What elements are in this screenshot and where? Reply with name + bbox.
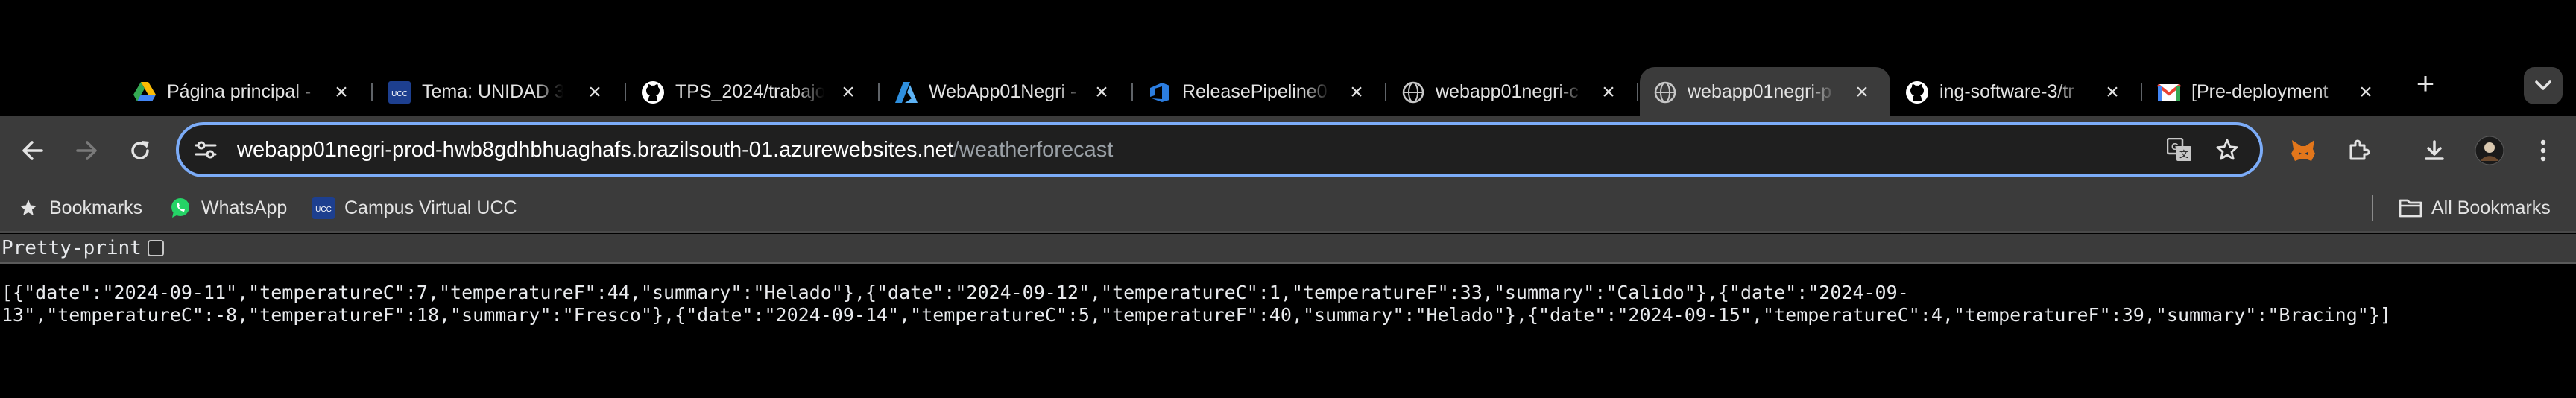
page-content: Pretty-print [{"date":"2024-09-11","temp… [0, 234, 2576, 398]
translate-button[interactable]: G文 [2165, 135, 2194, 165]
tab-close-icon[interactable]: × [1850, 80, 1874, 104]
reload-button[interactable] [122, 133, 158, 168]
svg-text:UCC: UCC [391, 90, 408, 98]
tab-separator [1131, 83, 1133, 101]
arrow-right-icon [76, 141, 97, 160]
tab-separator [1637, 83, 1638, 101]
tab-close-icon[interactable]: × [1345, 80, 1368, 104]
metamask-extension-button[interactable] [2285, 133, 2321, 168]
chevron-down-icon [2535, 80, 2551, 90]
pretty-print-label: Pretty-print [1, 237, 142, 259]
bookmark-star-button[interactable] [2212, 135, 2242, 165]
json-line: 13","temperatureC":-8,"temperatureF":18,… [1, 304, 2391, 326]
pretty-print-checkbox[interactable] [147, 240, 164, 256]
bookmark-label: Bookmarks [49, 197, 143, 218]
svg-text:UCC: UCC [315, 206, 332, 214]
download-icon [2425, 140, 2444, 160]
tab-title: WebApp01Negri - [929, 67, 1085, 116]
bookmark-campus-virtual-ucc[interactable]: UCC Campus Virtual UCC [312, 185, 517, 231]
reload-icon [131, 141, 149, 159]
tune-icon [195, 141, 217, 159]
star-icon [16, 196, 40, 220]
tab-ing-software-3[interactable]: ing-software-3/tr × [1892, 67, 2142, 116]
all-bookmarks-folder[interactable]: All Bookmarks [2399, 185, 2551, 231]
azure-icon [894, 80, 918, 104]
downloads-button[interactable] [2416, 133, 2452, 168]
bookmark-bookmarks[interactable]: Bookmarks [16, 185, 142, 231]
all-bookmarks-label: All Bookmarks [2431, 197, 2551, 218]
extensions-button[interactable] [2340, 133, 2376, 168]
url-text[interactable]: webapp01negri-prod-hwb8gdhbhuaghafs.braz… [237, 125, 1113, 174]
fox-icon [2291, 140, 2315, 161]
bookmark-label: Campus Virtual UCC [344, 197, 517, 218]
tab-search-button[interactable] [2524, 67, 2563, 104]
tab-strip: Página principal - × UCC Tema: UNIDAD 3 … [0, 0, 2576, 116]
tab-tps-2024[interactable]: TPS_2024/trabajo × [628, 67, 880, 116]
tab-close-icon[interactable]: × [1597, 80, 1620, 104]
url-path: /weatherforecast [953, 138, 1114, 162]
site-info-button[interactable] [189, 133, 222, 166]
bookmarks-bar: Bookmarks WhatsApp UCC Campus Virtual UC… [0, 185, 2576, 233]
bookmark-whatsapp[interactable]: WhatsApp [168, 185, 287, 231]
tab-close-icon[interactable]: × [2354, 80, 2378, 104]
tab-title: Página principal - [167, 67, 323, 116]
tab-close-icon[interactable]: × [583, 80, 607, 104]
azure-devops-icon [1148, 80, 1172, 104]
json-response-text: [{"date":"2024-09-11","temperatureC":7,"… [1, 282, 2566, 326]
google-drive-icon [133, 80, 157, 104]
tab-separator [878, 83, 880, 101]
arrow-left-icon [22, 141, 43, 160]
tab-webapp01negri-p-active[interactable]: webapp01negri-p × [1640, 67, 1890, 116]
tab-google-drive[interactable]: Página principal - × [119, 67, 373, 116]
pretty-print-bar: Pretty-print [0, 234, 2576, 264]
chrome-menu-button[interactable] [2525, 133, 2561, 168]
ucc-icon: UCC [388, 80, 411, 104]
tab-release-pipeline[interactable]: ReleasePipeline0 × [1134, 67, 1386, 116]
gmail-icon [2157, 80, 2181, 104]
tab-close-icon[interactable]: × [2100, 80, 2124, 104]
folder-icon [2399, 196, 2422, 220]
svg-text:文: 文 [2179, 148, 2188, 159]
translate-icon: G文 [2167, 138, 2191, 161]
tab-close-icon[interactable]: × [836, 80, 860, 104]
tab-webapp01negri-c[interactable]: webapp01negri-c × [1388, 67, 1638, 116]
bookmarks-divider [2372, 195, 2373, 221]
tab-title: webapp01negri-c [1436, 67, 1585, 116]
json-line: [{"date":"2024-09-11","temperatureC":7,"… [1, 282, 1909, 303]
ucc-icon: UCC [312, 196, 335, 220]
tab-separator [625, 83, 626, 101]
tab-gmail-pre-deployment[interactable]: [Pre-deployment × [2144, 67, 2397, 116]
new-tab-button[interactable]: + [2409, 68, 2442, 101]
more-vertical-icon [2540, 139, 2546, 162]
tab-close-icon[interactable]: × [329, 80, 353, 104]
profile-button[interactable] [2472, 133, 2507, 168]
address-bar[interactable]: webapp01negri-prod-hwb8gdhbhuaghafs.braz… [176, 122, 2263, 177]
tab-title: ReleasePipeline0 [1182, 67, 1331, 116]
bookmark-label: WhatsApp [201, 197, 288, 218]
tab-separator [2141, 83, 2142, 101]
tab-title: webapp01negri-p [1688, 67, 1837, 116]
forward-button[interactable] [69, 133, 104, 168]
globe-icon [1653, 80, 1677, 104]
tab-title: ing-software-3/tr [1939, 67, 2086, 116]
star-outline-icon [2216, 139, 2238, 160]
tab-title: Tema: UNIDAD 3 [422, 67, 564, 116]
puzzle-icon [2349, 139, 2370, 160]
github-icon [1905, 80, 1929, 104]
back-button[interactable] [15, 133, 51, 168]
tab-separator [371, 83, 373, 101]
tab-separator [1385, 83, 1386, 101]
tab-title: TPS_2024/trabajo [675, 67, 824, 116]
tab-webapp01negri-azure[interactable]: WebApp01Negri - × [881, 67, 1133, 116]
whatsapp-icon [168, 196, 192, 220]
avatar [2475, 136, 2504, 165]
github-icon [641, 80, 665, 104]
url-host: webapp01negri-prod-hwb8gdhbhuaghafs.braz… [237, 138, 953, 162]
tab-close-icon[interactable]: × [1090, 80, 1114, 104]
tab-unidad-3[interactable]: UCC Tema: UNIDAD 3 × [374, 67, 626, 116]
tab-title: [Pre-deployment [2191, 67, 2348, 116]
globe-icon [1401, 80, 1425, 104]
